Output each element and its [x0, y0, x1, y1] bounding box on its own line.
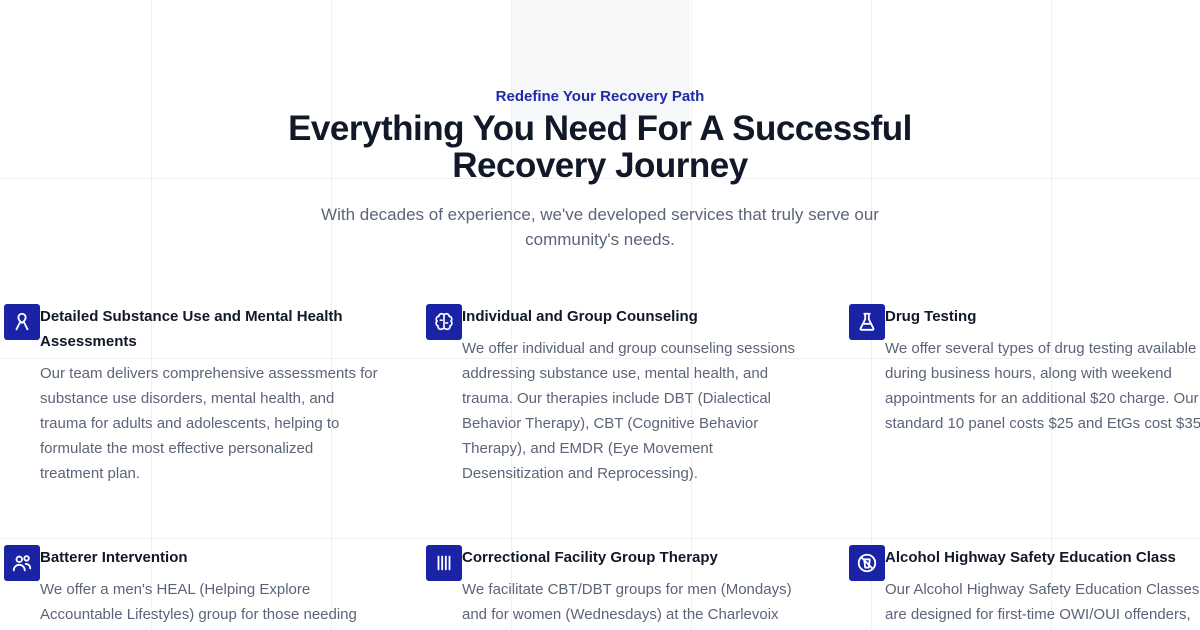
- feature-title: Alcohol Highway Safety Education Class: [885, 549, 1176, 566]
- feature-title: Correctional Facility Group Therapy: [462, 549, 718, 566]
- feature-description: Our Alcohol Highway Safety Education Cla…: [885, 581, 1200, 623]
- grid-line: [0, 538, 1200, 539]
- feature-title: Detailed Substance Use and Mental Health…: [40, 308, 343, 350]
- no-drink-icon: [849, 545, 885, 581]
- feature-title: Batterer Intervention: [40, 549, 188, 566]
- feature-counseling: Individual and Group Counseling We offer…: [426, 304, 802, 486]
- feature-title: Drug Testing: [885, 308, 977, 325]
- section-title-line-2: Recovery Journey: [452, 146, 748, 185]
- ribbon-icon: [4, 304, 40, 340]
- feature-assessments: Detailed Substance Use and Mental Health…: [4, 304, 380, 486]
- bars-icon: [426, 545, 462, 581]
- feature-correctional-group-therapy: Correctional Facility Group Therapy We f…: [426, 545, 802, 627]
- feature-title: Individual and Group Counseling: [462, 308, 698, 325]
- section-header: Redefine Your Recovery Path Everything Y…: [0, 86, 1200, 252]
- feature-description: We facilitate CBT/DBT groups for men (Mo…: [462, 581, 792, 623]
- feature-drug-testing: Drug Testing We offer several types of d…: [849, 304, 1200, 436]
- feature-description: We offer a men's HEAL (Helping Explore A…: [40, 581, 357, 623]
- section-title-line-1: Everything You Need For A Successful: [288, 109, 912, 148]
- feature-description: Our team delivers comprehensive assessme…: [40, 365, 378, 482]
- section-title: Everything You Need For A Successful Rec…: [0, 110, 1200, 184]
- feature-alcohol-safety-class: Alcohol Highway Safety Education Class O…: [849, 545, 1200, 627]
- feature-description: We offer individual and group counseling…: [462, 340, 795, 482]
- feature-batterer-intervention: Batterer Intervention We offer a men's H…: [4, 545, 380, 627]
- feature-description: We offer several types of drug testing a…: [885, 340, 1200, 432]
- users-icon: [4, 545, 40, 581]
- section-subtitle: With decades of experience, we've develo…: [321, 205, 879, 249]
- section-eyebrow: Redefine Your Recovery Path: [495, 88, 705, 105]
- flask-icon: [849, 304, 885, 340]
- brain-icon: [426, 304, 462, 340]
